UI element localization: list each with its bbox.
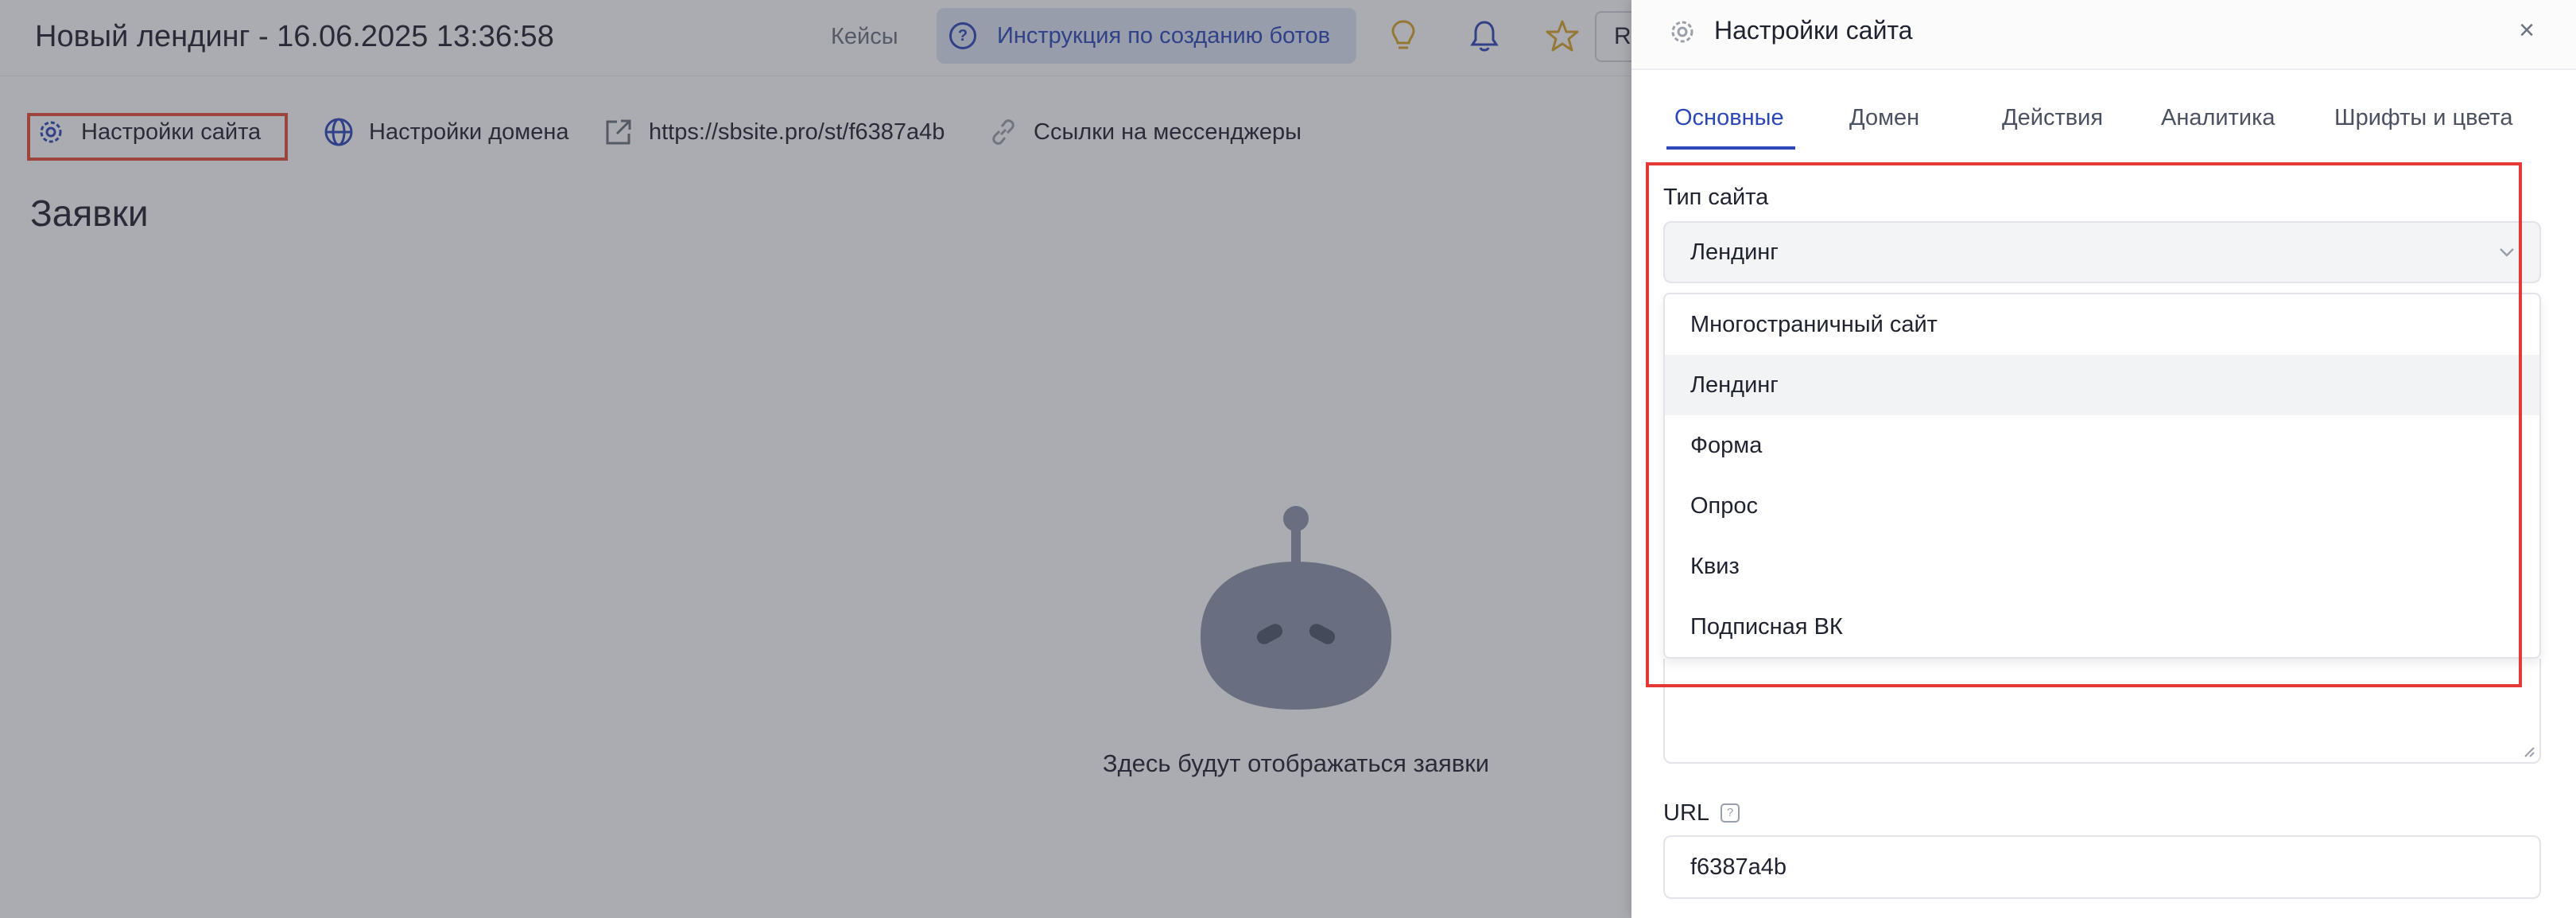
url-field-label: URL ? bbox=[1663, 797, 1740, 829]
site-settings-drawer: Настройки сайта × Основные Домен Действи… bbox=[1631, 0, 2576, 918]
highlight-frame bbox=[1646, 162, 2522, 687]
resize-handle-icon[interactable] bbox=[2522, 745, 2535, 757]
settings-tabs: Основные Домен Действия Аналитика Шрифты… bbox=[1666, 88, 2541, 150]
tab-analytics[interactable]: Аналитика bbox=[2161, 88, 2275, 148]
tab-main[interactable]: Основные bbox=[1666, 88, 1795, 150]
tab-actions[interactable]: Действия bbox=[2002, 88, 2103, 148]
drawer-header: Настройки сайта × bbox=[1631, 0, 2576, 70]
url-label-text: URL bbox=[1663, 800, 1710, 826]
gear-icon bbox=[1666, 16, 1698, 48]
tab-fonts-colors[interactable]: Шрифты и цвета bbox=[2334, 88, 2513, 148]
url-input[interactable]: f6387a4b bbox=[1663, 835, 2541, 899]
drawer-title: Настройки сайта bbox=[1714, 16, 1913, 45]
tab-domain[interactable]: Домен bbox=[1849, 88, 1919, 148]
help-icon[interactable]: ? bbox=[1721, 803, 1740, 823]
close-icon[interactable]: × bbox=[2509, 11, 2544, 49]
